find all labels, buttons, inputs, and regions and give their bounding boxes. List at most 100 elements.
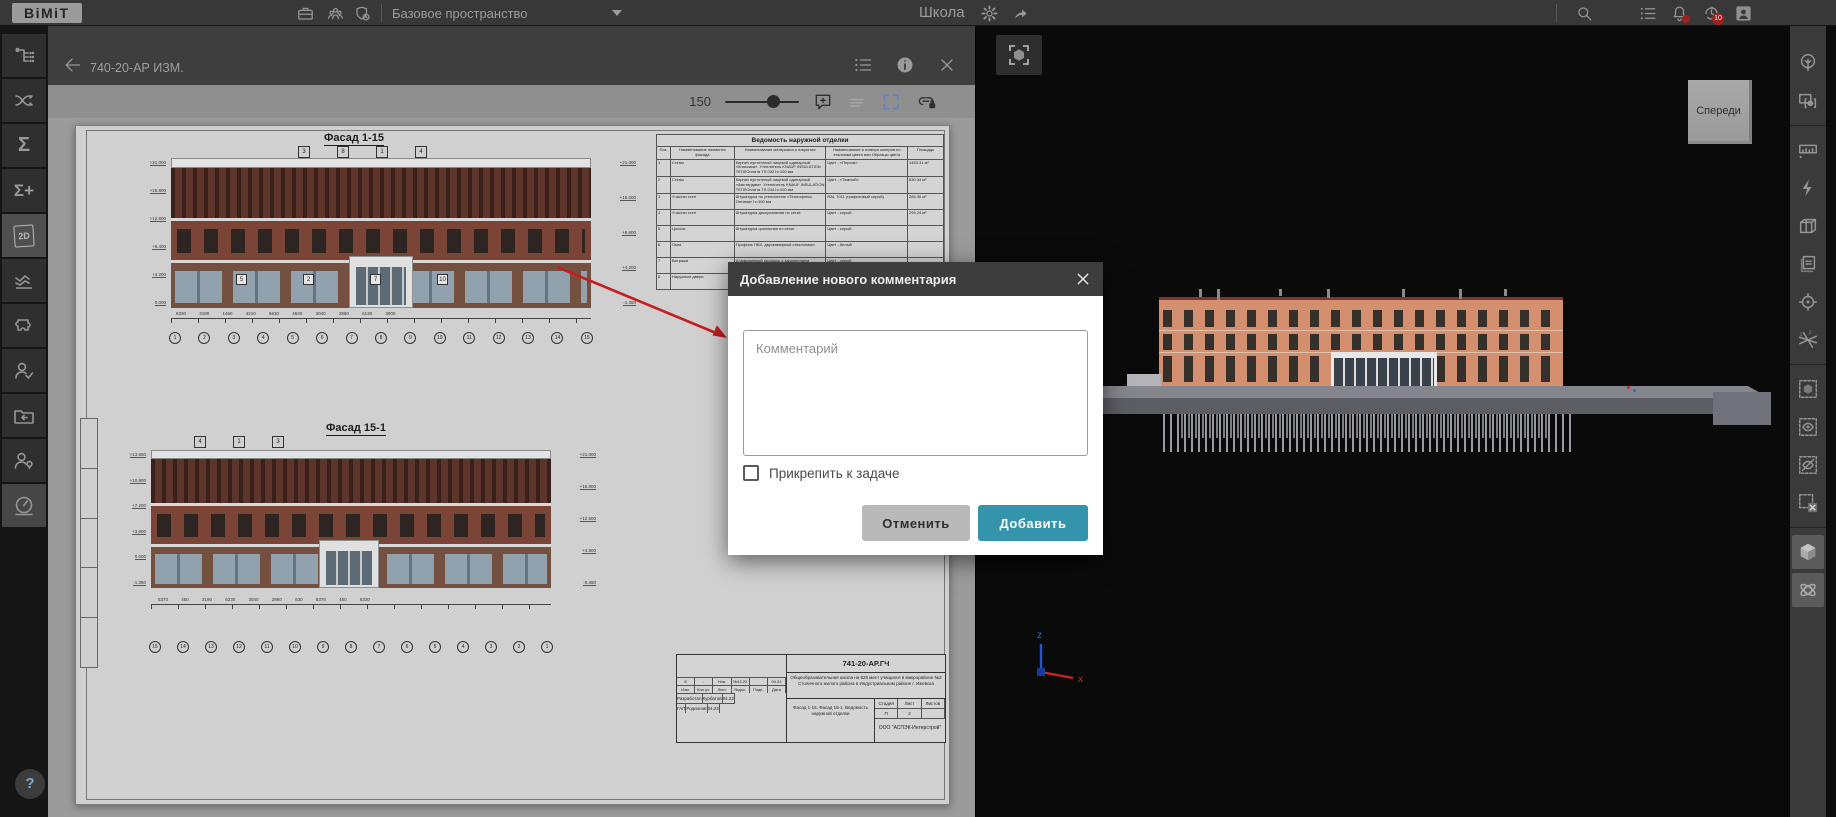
gear-icon[interactable]: [980, 4, 999, 23]
comment-textarea[interactable]: [743, 330, 1088, 456]
axes-grid-button[interactable]: 12: [1790, 323, 1826, 357]
sidebar-item-links-shuffle[interactable]: [2, 79, 46, 122]
sidebar-item-2d-viewer[interactable]: 2D: [2, 214, 46, 257]
dimension-values-b: 8370 450 3190 6230 3040 2860 630 8370 45…: [158, 597, 370, 602]
search-icon[interactable]: [1575, 4, 1594, 23]
table-row: 6ОкнаПрофиль ПВХ, двухкамерный стеклопак…: [657, 242, 944, 258]
attach-task-row[interactable]: Прикрепить к задаче: [743, 465, 899, 481]
model-building: [1159, 297, 1563, 388]
measure-ruler-button[interactable]: [1790, 133, 1826, 167]
list-value: 4: [257, 332, 269, 344]
isolate-object-button[interactable]: [1790, 372, 1826, 406]
view-cube-front[interactable]: Спереди: [1688, 80, 1752, 144]
chevron-down-icon[interactable]: [612, 10, 622, 16]
list-value: 1: [541, 641, 553, 653]
focus-hexagon-icon: [1007, 43, 1031, 67]
axis-x-label: x: [1078, 674, 1083, 685]
space-selector[interactable]: Базовое пространство: [392, 6, 528, 21]
sidebar-item-plugins[interactable]: [2, 304, 46, 347]
back-arrow-icon[interactable]: [62, 55, 82, 75]
sidebar-item-structure[interactable]: [2, 34, 46, 77]
viewport-focus-button[interactable]: [996, 35, 1042, 75]
sidebar-item-charts[interactable]: [2, 259, 46, 302]
info-icon[interactable]: [895, 55, 915, 75]
facade-band-middle-b: [151, 506, 551, 544]
list-value: 7: [373, 641, 385, 653]
roof-vent: [1504, 289, 1507, 296]
sigma-icon: Σ: [18, 134, 30, 157]
facade-top-mid-tags: 52710: [236, 274, 504, 285]
parapet: [171, 158, 591, 168]
list-value: 4: [457, 641, 469, 653]
app-logo[interactable]: BiMiT: [12, 3, 82, 23]
list-value: -: [695, 678, 713, 685]
close-panel-icon[interactable]: [937, 55, 957, 75]
modal-close-icon[interactable]: [1075, 271, 1091, 287]
sidebar-item-shared-folder[interactable]: [2, 394, 46, 437]
sidebar-item-sum[interactable]: Σ: [2, 124, 46, 167]
drawing-sheet-button[interactable]: [1790, 247, 1826, 281]
list-value: 2: [198, 332, 210, 344]
list-value: 12: [493, 332, 505, 344]
bell-icon[interactable]: [1670, 4, 1689, 23]
2d-doc-icon: 2D: [13, 224, 34, 247]
clash-flash-button[interactable]: [1790, 171, 1826, 205]
hide-objects-button[interactable]: [1790, 448, 1826, 482]
layers-lines-icon[interactable]: [847, 92, 867, 112]
sigma-plus-icon: Σ+: [14, 181, 34, 201]
facade-bottom-title: Фасад 15-1: [326, 422, 386, 436]
projects-briefcase-icon[interactable]: [296, 4, 315, 23]
list-menu-icon[interactable]: [1639, 4, 1658, 23]
add-comment-icon[interactable]: [813, 92, 833, 112]
section-box-button[interactable]: [1790, 209, 1826, 243]
company-name: ООО "АСПЭК-Интерстрой": [875, 719, 945, 742]
list-value: Лист: [713, 686, 731, 693]
table-row: РазработалКурбатов04.22: [677, 693, 735, 703]
orbit-rotate-button[interactable]: [1792, 573, 1824, 607]
user-avatar-icon[interactable]: [1734, 4, 1753, 23]
add-comment-modal: Добавление нового комментария Прикрепить…: [728, 262, 1103, 555]
list-value: 2: [513, 641, 525, 653]
clear-selection-button[interactable]: [1790, 486, 1826, 520]
model-window-row-3: [1163, 310, 1559, 327]
sidebar-item-user-check[interactable]: [2, 349, 46, 392]
link-lock-icon[interactable]: [915, 92, 937, 112]
document-title: 740-20-АР ИЗМ.: [90, 61, 184, 75]
shield-history-icon[interactable]: [353, 4, 372, 23]
project-description: Общеобразовательная школа на 825 мест уч…: [787, 673, 945, 699]
roof-vent: [1199, 289, 1202, 297]
show-objects-button[interactable]: [1790, 410, 1826, 444]
list-value: +9.600: [622, 230, 636, 236]
list-value: Нов.: [713, 678, 731, 685]
list-value: [750, 678, 768, 685]
attach-task-checkbox[interactable]: [743, 465, 759, 481]
solid-view-button[interactable]: [1792, 535, 1824, 569]
cancel-button[interactable]: Отменить: [862, 505, 970, 541]
sidebar-item-sum-add[interactable]: Σ+: [2, 169, 46, 212]
facade-band-middle: [171, 221, 591, 260]
sidebar-item-dashboard[interactable]: [2, 484, 46, 527]
sidebar-item-user-location[interactable]: [2, 439, 46, 482]
zoom-value: 150: [689, 94, 711, 109]
environment-tree-button[interactable]: [1790, 46, 1826, 80]
fullscreen-icon[interactable]: [881, 92, 901, 112]
add-button[interactable]: Добавить: [978, 505, 1088, 541]
focus-target-button[interactable]: [1790, 285, 1826, 319]
modal-header[interactable]: Добавление нового комментария: [728, 262, 1103, 296]
list-value: +15.000: [620, 195, 636, 201]
history-clock-icon[interactable]: 10: [1702, 4, 1721, 23]
entrance-b: [319, 540, 379, 588]
selection-capture-button[interactable]: [1790, 84, 1826, 118]
list-value: 11: [463, 332, 475, 344]
help-button[interactable]: ?: [15, 769, 45, 799]
roof-vent: [1402, 289, 1405, 297]
sheet-list-icon[interactable]: [853, 55, 873, 75]
zoom-slider-thumb[interactable]: [767, 95, 780, 108]
zoom-slider[interactable]: [725, 95, 799, 109]
users-group-icon[interactable]: [326, 4, 345, 23]
title-block-revisions: 6-Нов.№12-2204.22 Изм.Кол.уч.Лист№док.По…: [677, 655, 787, 742]
list-value: 13: [522, 332, 534, 344]
axis-bubbles-bottom: 151413121110987654321: [149, 641, 553, 653]
share-icon[interactable]: [1011, 4, 1030, 23]
list-value: П: [875, 709, 898, 718]
